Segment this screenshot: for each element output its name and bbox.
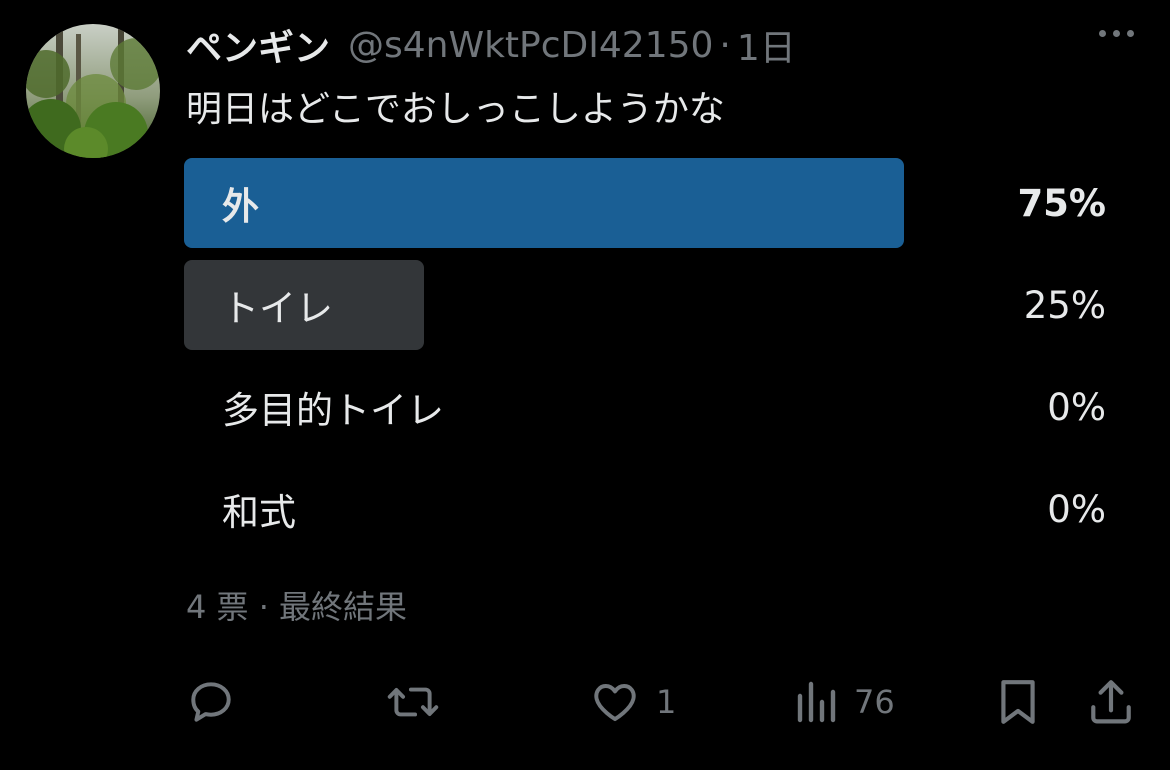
separator-dot: · [719, 24, 731, 66]
action-bar: 1 76 [186, 672, 1136, 732]
poll-option-percent: 0% [1047, 385, 1106, 429]
reply-button[interactable] [186, 672, 236, 732]
tweet: ペンギン @s4nWktPcDI42150 · 1日 明日はどこでおしっこしよう… [0, 0, 1170, 770]
handle[interactable]: @s4nWktPcDI42150 [348, 25, 713, 66]
poll-bar [184, 158, 904, 248]
poll-option: トイレ 25% [184, 260, 1106, 350]
views-icon [797, 681, 836, 723]
retweet-icon [387, 687, 439, 717]
display-name[interactable]: ペンギン [186, 19, 330, 71]
timestamp[interactable]: 1日 [737, 19, 796, 71]
share-icon [1091, 680, 1131, 724]
avatar[interactable] [26, 24, 160, 158]
poll: 外 75% トイレ 25% 多目的トイレ 0% 和式 0% [184, 158, 1106, 566]
poll-option-label: トイレ [222, 287, 333, 330]
poll-option-percent: 25% [1023, 283, 1106, 327]
poll-option-percent: 0% [1047, 487, 1106, 531]
bookmark-icon [1001, 680, 1035, 724]
poll-option-label: 外 [222, 185, 259, 228]
poll-option: 多目的トイレ 0% [184, 362, 1106, 452]
poll-option-label: 多目的トイレ [222, 389, 444, 432]
views-count: 76 [854, 683, 895, 721]
bookmark-button[interactable] [996, 672, 1040, 732]
poll-option-label: 和式 [222, 491, 296, 534]
tweet-header: ペンギン @s4nWktPcDI42150 · 1日 [186, 20, 796, 70]
heart-icon [594, 683, 636, 722]
share-button[interactable] [1088, 672, 1134, 732]
poll-option: 和式 0% [184, 464, 1106, 554]
poll-meta: 4 票 · 最終結果 [186, 588, 408, 626]
reply-icon [191, 682, 231, 722]
like-button[interactable]: 1 [590, 672, 676, 732]
poll-option: 外 75% [184, 158, 1106, 248]
more-icon[interactable] [1099, 30, 1134, 37]
avatar-image [26, 24, 160, 158]
views-button[interactable]: 76 [794, 672, 895, 732]
tweet-text: 明日はどこでおしっこしようかな [186, 89, 725, 130]
poll-option-percent: 75% [1017, 181, 1106, 225]
like-count: 1 [656, 683, 677, 721]
retweet-button[interactable] [386, 672, 440, 732]
